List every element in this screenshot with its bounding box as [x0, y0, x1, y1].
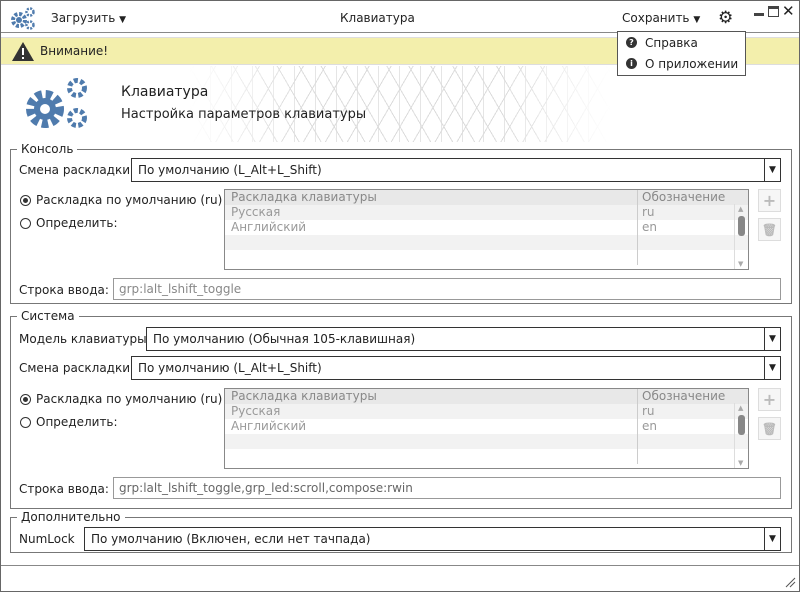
table-row	[225, 250, 748, 265]
save-menu-button[interactable]: Сохранить ▼	[622, 11, 700, 25]
numlock-select[interactable]: По умолчанию (Включен, если нет тачпада)…	[84, 527, 781, 551]
add-layout-button[interactable]: +	[758, 388, 781, 411]
page-subtitle: Настройка параметров клавиатуры	[121, 107, 367, 122]
menu-item-about[interactable]: i О приложении	[618, 53, 745, 74]
select-value: По умолчанию (Включен, если нет тачпада)	[91, 532, 371, 546]
caret-down-icon: ▼	[693, 15, 701, 25]
table-row	[225, 449, 748, 464]
info-icon: i	[626, 58, 637, 69]
plus-icon: +	[762, 390, 777, 409]
cell: ru	[642, 205, 655, 219]
menu-item-label: Справка	[645, 35, 698, 50]
system-switch-select[interactable]: По умолчанию (L_Alt+L_Shift) ▼	[131, 356, 781, 380]
hex-pattern	[190, 66, 610, 142]
minimize-button[interactable]	[754, 13, 764, 16]
gears-icon	[11, 7, 35, 30]
table-row[interactable]: Английский en	[225, 220, 748, 235]
trash-icon: 🗑	[761, 421, 778, 436]
plus-icon: +	[762, 191, 777, 210]
keyboard-settings-icon	[26, 78, 87, 128]
cell: Английский	[225, 419, 638, 434]
radio-label: Определить:	[36, 415, 118, 429]
caret-down-icon: ▼	[119, 15, 127, 25]
system-radio-define[interactable]: Определить:	[20, 415, 118, 429]
cell: Английский	[225, 220, 638, 235]
console-input-field[interactable]: grp:lalt_lshift_toggle	[113, 278, 781, 300]
warning-text: Внимание!	[40, 44, 109, 58]
table-row	[225, 235, 748, 250]
system-switch-label: Смена раскладки:	[19, 361, 135, 375]
console-radio-define[interactable]: Определить:	[20, 216, 118, 230]
cell: en	[642, 220, 657, 234]
console-switch-label: Смена раскладки:	[19, 163, 135, 177]
add-layout-button[interactable]: +	[758, 189, 781, 212]
caret-down-icon: ▼	[764, 528, 780, 550]
gear-icon[interactable]: ⚙	[718, 8, 733, 28]
table-row	[225, 434, 748, 449]
status-bar	[1, 565, 799, 591]
cell: Русская	[225, 404, 638, 419]
console-radio-default[interactable]: Раскладка по умолчанию (ru)	[20, 193, 222, 207]
console-layout-table[interactable]: Раскладка клавиатуры Обозначение Русская r…	[224, 189, 749, 270]
radio-unchecked-icon	[20, 416, 31, 428]
table-row[interactable]: Русская ru	[225, 205, 748, 220]
cell: en	[642, 419, 657, 433]
title-bar: Загрузить ▼ Клавиатура Сохранить ▼ ⚙ ✕	[1, 1, 799, 33]
column-header[interactable]: Обозначение	[638, 190, 733, 205]
console-legend: Консоль	[21, 142, 74, 156]
table-row[interactable]: Русская ru	[225, 404, 748, 419]
save-label: Сохранить	[622, 11, 690, 25]
table-header: Раскладка клавиатуры Обозначение	[225, 190, 748, 205]
caret-down-icon: ▼	[764, 328, 780, 350]
dropdown-menu: ? Справка i О приложении	[617, 31, 746, 76]
console-switch-select[interactable]: По умолчанию (L_Alt+L_Shift) ▼	[131, 158, 781, 182]
table-header: Раскладка клавиатуры Обозначение	[225, 389, 748, 404]
menu-item-help[interactable]: ? Справка	[618, 32, 745, 53]
radio-label: Раскладка по умолчанию (ru)	[36, 392, 223, 406]
table-row[interactable]: Английский en	[225, 419, 748, 434]
column-header[interactable]: Раскладка клавиатуры	[225, 190, 638, 205]
scrollbar[interactable]: ▲ ▼	[734, 204, 748, 269]
radio-unchecked-icon	[20, 217, 31, 229]
radio-checked-icon	[20, 393, 31, 405]
menu-item-label: О приложении	[645, 56, 739, 71]
load-menu-button[interactable]: Загрузить ▼	[51, 11, 126, 25]
select-value: По умолчанию (Обычная 105-клавишная)	[153, 332, 416, 346]
page-title: Клавиатура	[121, 84, 209, 100]
caret-down-icon: ▼	[764, 159, 780, 181]
radio-checked-icon	[20, 194, 31, 206]
system-input-label: Строка ввода:	[19, 482, 109, 496]
model-select[interactable]: По умолчанию (Обычная 105-клавишная) ▼	[146, 327, 781, 351]
delete-layout-button[interactable]: 🗑	[758, 417, 781, 440]
system-legend: Система	[21, 309, 75, 323]
load-label: Загрузить	[51, 11, 116, 25]
select-value: По умолчанию (L_Alt+L_Shift)	[138, 361, 322, 375]
question-icon: ?	[626, 37, 637, 48]
numlock-label: NumLock	[19, 532, 75, 546]
select-value: По умолчанию (L_Alt+L_Shift)	[138, 163, 322, 177]
warning-icon	[12, 42, 34, 61]
model-label: Модель клавиатуры:	[19, 332, 151, 346]
delete-layout-button[interactable]: 🗑	[758, 218, 781, 241]
resize-grip-icon[interactable]	[784, 576, 796, 588]
maximize-button[interactable]	[768, 6, 779, 17]
trash-icon: 🗑	[761, 222, 778, 237]
system-layout-table[interactable]: Раскладка клавиатуры Обозначение Русская r…	[224, 388, 749, 469]
cell: ru	[642, 404, 655, 418]
radio-label: Раскладка по умолчанию (ru)	[36, 193, 223, 207]
caret-down-icon: ▼	[764, 357, 780, 379]
scrollbar[interactable]: ▲ ▼	[734, 403, 748, 468]
column-header[interactable]: Обозначение	[638, 389, 733, 404]
system-input-field[interactable]: grp:lalt_lshift_toggle,grp_led:scroll,co…	[113, 477, 781, 499]
console-input-label: Строка ввода:	[19, 283, 109, 297]
close-button[interactable]: ✕	[782, 2, 795, 20]
window-title: Клавиатура	[340, 11, 415, 25]
radio-label: Определить:	[36, 216, 118, 230]
cell: Русская	[225, 205, 638, 220]
extra-legend: Дополнительно	[21, 510, 121, 524]
column-header[interactable]: Раскладка клавиатуры	[225, 389, 638, 404]
system-radio-default[interactable]: Раскладка по умолчанию (ru)	[20, 392, 222, 406]
